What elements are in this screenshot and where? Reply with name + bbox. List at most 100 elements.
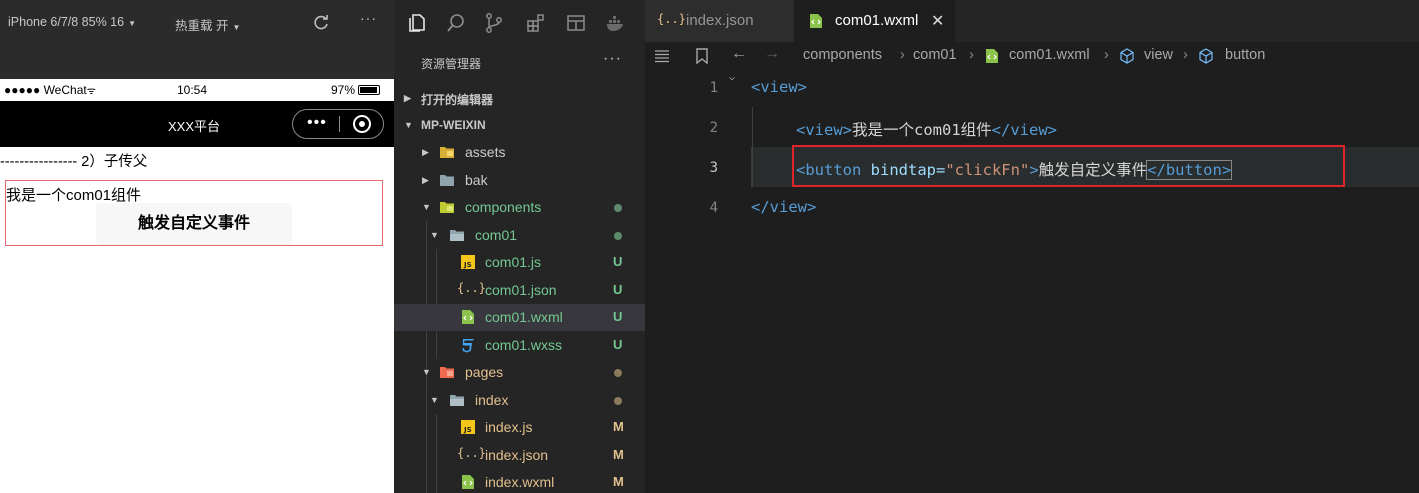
json-file-icon: {..}: [457, 281, 486, 295]
battery-text: 97%: [331, 83, 356, 97]
git-status-badge: U: [613, 337, 623, 352]
files-icon[interactable]: [407, 12, 429, 34]
chevron-right-icon: ▶: [422, 147, 429, 157]
window-layout-icon[interactable]: [565, 12, 587, 34]
device-selector-label: iPhone 6/7/8 85% 16: [8, 15, 125, 29]
wxml-file-icon: [462, 475, 474, 489]
json-file-icon: {..}: [657, 12, 686, 26]
tree-item-com01-js[interactable]: JS com01.js U: [394, 249, 645, 276]
tree-item-index-json[interactable]: {..} index.json M: [394, 442, 645, 469]
component-text: 我是一个com01组件: [6, 187, 142, 204]
tree-item-index[interactable]: ▼ index: [394, 387, 645, 414]
tab-label: index.json: [686, 12, 754, 29]
tab-index-json[interactable]: {..} index.json: [645, 0, 794, 42]
back-arrow-icon[interactable]: ←: [731, 45, 747, 63]
trigger-custom-event-button[interactable]: 触发自定义事件: [96, 203, 292, 245]
capsule-divider: [339, 116, 340, 132]
wxml-file-icon: [986, 49, 998, 63]
breadcrumb-com01[interactable]: com01: [913, 47, 957, 63]
modified-dot-icon: [614, 397, 622, 405]
simulator-toolbar: iPhone 6/7/8 85% 16 ▼ 热重载 开 ▼ ···: [0, 0, 394, 46]
indent-guide: [752, 107, 753, 187]
folder-open-icon: [450, 230, 464, 241]
close-circle-icon[interactable]: [353, 115, 371, 133]
chevron-down-icon: ▼: [422, 202, 431, 212]
breadcrumb-components[interactable]: components: [803, 47, 882, 63]
tree-item-index-wxml[interactable]: index.wxml M: [394, 469, 645, 493]
open-editors-section[interactable]: ▶ 打开的编辑器: [394, 85, 645, 112]
tree-item-assets[interactable]: ▶ assets: [394, 139, 645, 166]
breadcrumb-file[interactable]: com01.wxml: [1009, 47, 1090, 63]
caret-down-icon: ▼: [128, 19, 136, 28]
svg-text:JS: JS: [463, 261, 472, 269]
bookmark-icon[interactable]: [694, 48, 710, 64]
chevron-down-icon: ▼: [430, 395, 439, 405]
tree-item-bak[interactable]: ▶ bak: [394, 167, 645, 194]
folder-open-icon: [450, 395, 464, 406]
tree-item-com01-wxss[interactable]: com01.wxss U: [394, 332, 645, 359]
device-selector[interactable]: iPhone 6/7/8 85% 16 ▼: [8, 15, 136, 29]
breadcrumb-separator: ›: [1104, 47, 1109, 63]
tab-com01-wxml[interactable]: com01.wxml ✕: [794, 0, 955, 42]
mini-program-page: ---------------- 2）子传父 我是一个com01组件 触发自定义…: [0, 147, 394, 493]
source-control-icon[interactable]: [483, 12, 505, 34]
close-icon[interactable]: ✕: [931, 11, 944, 31]
tree-item-label: com01.js: [485, 254, 542, 270]
svg-text:JS: JS: [463, 426, 472, 434]
explorer-more-button[interactable]: ···: [603, 50, 622, 68]
javascript-file-icon: JS: [461, 420, 475, 434]
git-status-badge: U: [613, 282, 623, 297]
forward-arrow-icon[interactable]: →: [764, 45, 780, 63]
cube-icon: [1120, 48, 1134, 64]
search-icon[interactable]: [445, 12, 467, 34]
json-file-icon: {..}: [457, 446, 486, 460]
explorer-title: 资源管理器: [421, 57, 482, 71]
caret-down-icon: ▼: [232, 23, 241, 32]
code-token: <view>: [751, 78, 807, 96]
css-file-icon: [462, 339, 474, 353]
wifi-icon: ᯤ: [86, 86, 96, 97]
docker-icon[interactable]: [605, 12, 627, 34]
tree-item-com01-wxml[interactable]: com01.wxml U: [394, 304, 645, 331]
tree-item-com01-json[interactable]: {..} com01.json U: [394, 277, 645, 304]
more-dots-icon[interactable]: •••: [307, 114, 327, 132]
code-area[interactable]: 1 2 3 4 ⌵ <view> <view>我是一个com01组件</view…: [645, 70, 1419, 493]
tree-item-label: com01.json: [485, 282, 557, 298]
simulator-pane: iPhone 6/7/8 85% 16 ▼ 热重载 开 ▼ ··· ●●●●● We…: [0, 0, 394, 493]
git-status-badge: U: [613, 254, 623, 269]
list-icon[interactable]: [654, 48, 670, 64]
breadcrumb-button[interactable]: button: [1225, 47, 1265, 63]
tree-item-label: index.json: [485, 447, 549, 463]
code-token: </view>: [751, 198, 817, 216]
editor-tabs: {..} index.json com01.wxml ✕: [645, 0, 1419, 42]
breadcrumb-separator: ›: [969, 47, 974, 63]
carrier-text: ●●●●● WeChatᯤ: [4, 83, 96, 97]
tree-item-label: index.js: [485, 419, 533, 435]
modified-dot-icon: [614, 232, 622, 240]
fold-chevron-icon[interactable]: ⌵: [729, 72, 735, 83]
phone-status-bar: ●●●●● WeChatᯤ 10:54 97%: [0, 79, 394, 101]
tree-item-pages[interactable]: ▼ pages: [394, 359, 645, 386]
tree-item-components[interactable]: ▼ components: [394, 194, 645, 221]
battery-fill: [360, 87, 378, 93]
code-line-1: <view>: [751, 78, 807, 96]
git-status-badge: M: [613, 474, 624, 489]
refresh-icon[interactable]: [312, 14, 330, 32]
code-line-2: <view>我是一个com01组件</view>: [796, 118, 1057, 140]
capsule-menu[interactable]: •••: [292, 109, 384, 139]
explorer-panel: 资源管理器 ··· ▶ 打开的编辑器 ▼ MP-WEIXIN ▶ assets …: [394, 0, 645, 493]
git-status-badge: U: [613, 309, 623, 324]
javascript-file-icon: JS: [461, 255, 475, 269]
breadcrumb-view[interactable]: view: [1144, 47, 1173, 63]
folder-assets-icon: [440, 147, 454, 158]
breadcrumb-separator: ›: [900, 47, 905, 63]
tree-item-label: bak: [465, 172, 488, 188]
workspace-section[interactable]: ▼ MP-WEIXIN: [394, 112, 645, 139]
extensions-icon[interactable]: [525, 12, 547, 34]
breadcrumb-separator: ›: [1183, 47, 1188, 63]
tree-item-label: pages: [465, 364, 504, 380]
tree-item-com01[interactable]: ▼ com01: [394, 222, 645, 249]
tree-item-index-js[interactable]: JS index.js M: [394, 414, 645, 441]
simulator-more-button[interactable]: ···: [360, 10, 377, 26]
hot-reload-toggle[interactable]: 热重载 开 ▼: [175, 15, 240, 34]
